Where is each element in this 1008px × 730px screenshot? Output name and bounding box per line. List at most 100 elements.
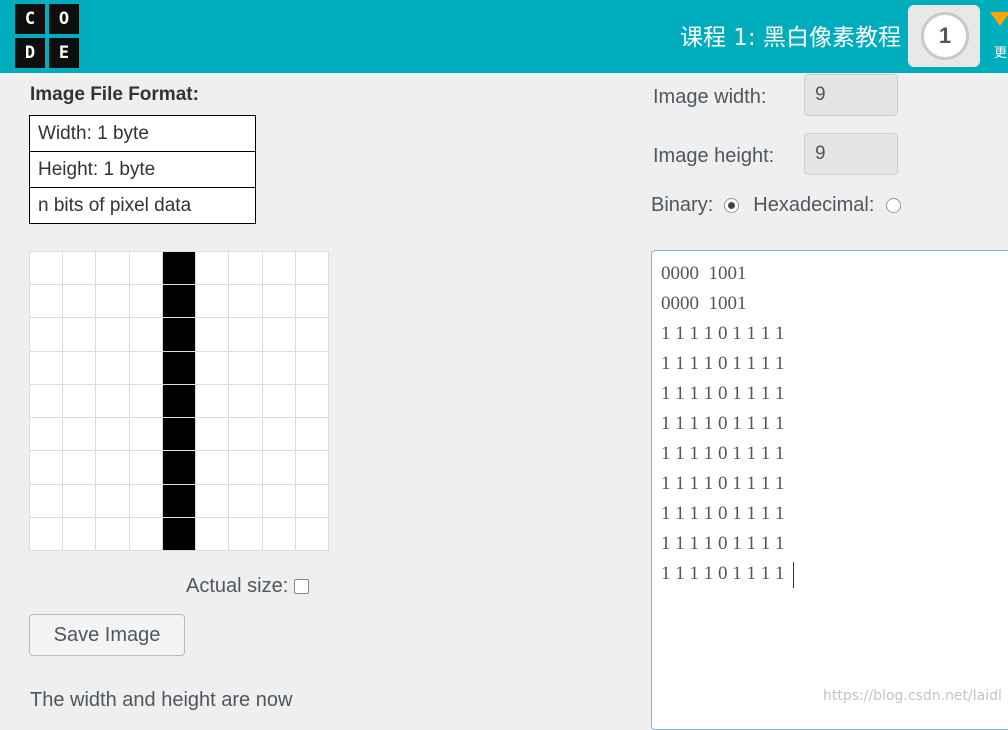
pixel-cell[interactable] [229, 351, 263, 385]
pixel-cell[interactable] [196, 451, 230, 485]
pixel-cell[interactable] [196, 517, 230, 551]
pixel-cell[interactable] [295, 318, 329, 352]
pixel-cell[interactable] [129, 418, 163, 452]
pixel-cell[interactable] [262, 384, 296, 419]
info-text: The width and height are now [30, 689, 293, 711]
pixel-cell[interactable] [162, 484, 197, 518]
pixel-cell[interactable] [162, 252, 197, 286]
pixel-cell[interactable] [96, 318, 130, 352]
image-width-label: Image width: [653, 86, 767, 108]
pixel-cell[interactable] [229, 252, 263, 286]
pixel-cell[interactable] [96, 517, 130, 551]
pixel-cell[interactable] [262, 285, 296, 319]
image-width-input[interactable]: 9 [804, 74, 898, 116]
pixel-cell[interactable] [96, 351, 130, 385]
pixel-cell[interactable] [262, 318, 296, 352]
pixel-cell[interactable] [63, 517, 97, 551]
pixel-cell[interactable] [196, 318, 230, 352]
pixel-cell[interactable] [30, 484, 64, 518]
pixel-cell[interactable] [96, 451, 130, 485]
pixel-cell[interactable] [30, 285, 64, 319]
pixel-cell[interactable] [196, 351, 230, 385]
pixel-cell[interactable] [30, 418, 64, 452]
actual-size-label: Actual size: [186, 575, 289, 597]
pixel-cell[interactable] [129, 484, 163, 518]
pixel-cell[interactable] [196, 418, 230, 452]
pixel-cell[interactable] [229, 484, 263, 518]
bits-line: 0000 1001 [661, 293, 747, 314]
pixel-cell[interactable] [162, 384, 197, 419]
pixel-cell[interactable] [129, 285, 163, 319]
pixel-cell[interactable] [262, 484, 296, 518]
pixel-cell[interactable] [30, 451, 64, 485]
pixel-cell[interactable] [30, 384, 64, 419]
pixel-cell[interactable] [229, 517, 263, 551]
pixel-cell[interactable] [295, 384, 329, 419]
pixel-cell[interactable] [96, 252, 130, 286]
pixel-cell[interactable] [295, 418, 329, 452]
pixel-cell[interactable] [295, 285, 329, 319]
pixel-cell[interactable] [295, 517, 329, 551]
pixel-cell[interactable] [96, 285, 130, 319]
pixel-cell[interactable] [129, 384, 163, 419]
pixel-cell[interactable] [229, 451, 263, 485]
pixel-cell[interactable] [229, 384, 263, 419]
binary-radio[interactable] [724, 198, 740, 213]
pixel-cell[interactable] [196, 484, 230, 518]
pixel-cell[interactable] [96, 484, 130, 518]
pixel-cell[interactable] [63, 351, 97, 385]
pixel-cell[interactable] [262, 418, 296, 452]
pixel-cell[interactable] [63, 285, 97, 319]
pixel-cell[interactable] [295, 351, 329, 385]
pixel-cell[interactable] [262, 517, 296, 551]
pixel-cell[interactable] [63, 384, 97, 419]
progress-bubble[interactable]: 1 [908, 5, 980, 67]
pixel-cell[interactable] [63, 484, 97, 518]
pixel-cell[interactable] [196, 252, 230, 286]
encoding-mode-row: Binary: Hexadecimal: [651, 194, 902, 217]
pixel-cell[interactable] [96, 418, 130, 452]
pixel-cell[interactable] [30, 252, 64, 286]
actual-size-control[interactable]: Actual size: [186, 575, 310, 598]
code-logo[interactable]: C O D E [15, 4, 79, 68]
pixel-cell[interactable] [129, 318, 163, 352]
more-arrow-icon[interactable] [990, 12, 1008, 26]
pixel-cell[interactable] [96, 384, 130, 419]
pixel-cell[interactable] [30, 351, 64, 385]
pixel-cell[interactable] [63, 318, 97, 352]
pixel-cell[interactable] [262, 252, 296, 286]
hexadecimal-radio[interactable] [886, 198, 902, 213]
pixel-cell[interactable] [63, 418, 97, 452]
pixel-cell[interactable] [229, 418, 263, 452]
pixel-cell[interactable] [262, 351, 296, 385]
pixel-cell[interactable] [162, 285, 197, 319]
image-height-input[interactable]: 9 [804, 133, 898, 175]
pixel-cell[interactable] [162, 418, 197, 452]
actual-size-checkbox[interactable] [294, 579, 310, 594]
pixel-data-textarea[interactable]: 0000 1001 0000 1001 1 1 1 1 0 1 1 1 1 1 1 1… [651, 250, 1008, 730]
pixel-cell[interactable] [129, 252, 163, 286]
pixel-cell[interactable] [229, 318, 263, 352]
pixel-cell[interactable] [63, 252, 97, 286]
pixel-cell[interactable] [162, 318, 197, 352]
pixel-cell[interactable] [30, 517, 64, 551]
pixel-cell[interactable] [295, 484, 329, 518]
pixel-cell[interactable] [162, 451, 197, 485]
pixel-cell[interactable] [129, 451, 163, 485]
pixel-cell[interactable] [196, 384, 230, 419]
pixel-cell[interactable] [196, 285, 230, 319]
pixel-cell[interactable] [229, 285, 263, 319]
pixel-cell[interactable] [129, 351, 163, 385]
logo-letter-o: O [49, 4, 79, 34]
pixel-cell[interactable] [129, 517, 163, 551]
pixel-cell[interactable] [295, 252, 329, 286]
pixel-cell[interactable] [30, 318, 64, 352]
save-image-button[interactable]: Save Image [29, 614, 185, 656]
pixel-cell[interactable] [162, 517, 197, 551]
pixel-cell[interactable] [63, 451, 97, 485]
pixel-grid[interactable] [29, 251, 329, 551]
pixel-cell[interactable] [162, 351, 197, 385]
pixel-cell[interactable] [295, 451, 329, 485]
more-label[interactable]: 更 [994, 42, 1007, 61]
pixel-cell[interactable] [262, 451, 296, 485]
